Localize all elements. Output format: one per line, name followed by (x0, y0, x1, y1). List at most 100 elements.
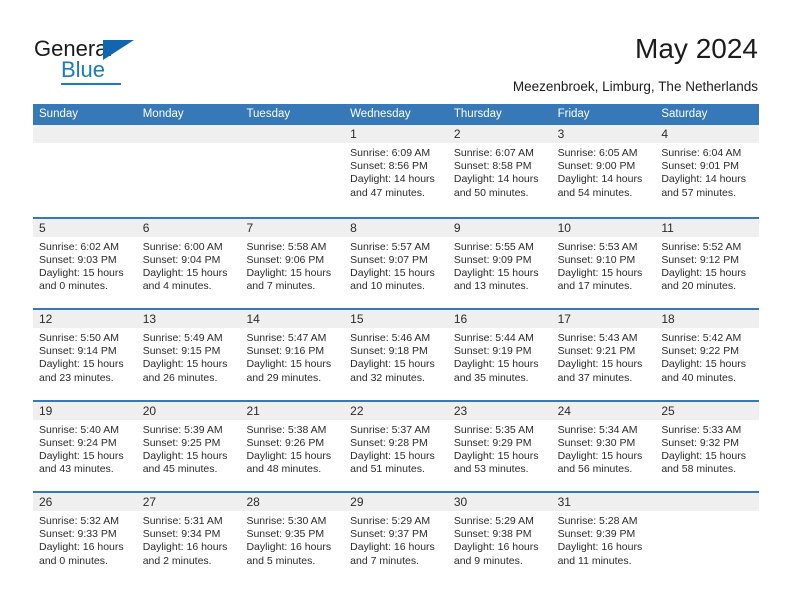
day-cell[interactable]: 31 Sunrise: 5:28 AM Sunset: 9:39 PM Dayligh… (551, 493, 656, 583)
daylight-text-line2: and 13 minutes. (453, 280, 529, 293)
weekday-header-wednesday: Wednesday (350, 108, 411, 120)
day-details: Sunrise: 5:33 AM Sunset: 9:32 PM Daylight:… (655, 420, 759, 477)
day-number: 6 (142, 220, 150, 235)
day-cell[interactable]: 24 Sunrise: 5:34 AM Sunset: 9:30 PM Dayligh… (551, 401, 656, 491)
day-number: 16 (453, 312, 468, 326)
daylight-text-line2: and 51 minutes. (350, 463, 425, 476)
day-cell[interactable]: 28 Sunrise: 5:30 AM Sunset: 9:35 PM Dayligh… (240, 493, 345, 583)
day-cell[interactable]: 11 Sunrise: 5:52 AM Sunset: 9:12 PM Dayligh… (655, 218, 760, 308)
day-cell[interactable]: 10 Sunrise: 5:53 AM Sunset: 9:10 PM Dayligh… (551, 218, 656, 308)
day-cell[interactable]: 30 Sunrise: 5:29 AM Sunset: 9:38 PM Dayligh… (447, 493, 552, 583)
sunrise-text: Sunrise: 5:38 AM (246, 423, 327, 436)
day-cell[interactable]: 27 Sunrise: 5:31 AM Sunset: 9:34 PM Dayligh… (136, 493, 241, 583)
day-details: Sunrise: 5:50 AM Sunset: 9:14 PM Daylight:… (33, 328, 137, 385)
day-number-band: 21 (240, 401, 345, 420)
day-number: 7 (246, 220, 254, 235)
day-number: 13 (142, 312, 157, 326)
day-cell[interactable]: 9 Sunrise: 5:55 AM Sunset: 9:09 PM Daylight… (447, 218, 552, 308)
sunset-text: Sunset: 8:56 PM (350, 160, 428, 173)
day-number-band: 19 (33, 401, 137, 420)
day-cell[interactable]: 14 Sunrise: 5:47 AM Sunset: 9:16 PM Dayligh… (240, 310, 345, 400)
sunrise-text: Sunrise: 5:39 AM (142, 423, 223, 436)
day-number-band (240, 125, 345, 143)
day-details: Sunrise: 5:29 AM Sunset: 9:37 PM Daylight:… (344, 511, 448, 568)
daylight-text-line2: and 29 minutes. (246, 371, 322, 384)
day-number: 28 (246, 495, 260, 509)
day-cell[interactable]: 29 Sunrise: 5:29 AM Sunset: 9:37 PM Dayligh… (344, 493, 448, 583)
sunset-text: Sunset: 9:04 PM (142, 253, 221, 266)
daylight-text-line1: Daylight: 15 hours (453, 266, 539, 279)
calendar-weeks: 1 Sunrise: 6:09 AM Sunset: 8:56 PM Daylight… (33, 125, 760, 583)
daylight-text-line2: and 50 minutes. (453, 186, 529, 199)
day-number: 19 (39, 403, 53, 418)
day-number: 25 (661, 403, 675, 418)
daylight-text-line2: and 26 minutes. (142, 371, 218, 384)
daylight-text-line1: Daylight: 15 hours (39, 266, 124, 279)
day-number: 11 (661, 220, 674, 235)
daylight-text-line1: Daylight: 15 hours (557, 449, 643, 462)
daylight-text-line2: and 17 minutes. (557, 280, 633, 293)
daylight-text-line2: and 56 minutes. (557, 463, 633, 476)
day-cell[interactable]: 25 Sunrise: 5:33 AM Sunset: 9:32 PM Dayligh… (655, 401, 760, 491)
sunrise-text: Sunrise: 5:33 AM (661, 423, 742, 436)
day-number: 30 (453, 495, 468, 509)
day-details: Sunrise: 5:57 AM Sunset: 9:07 PM Daylight:… (344, 237, 448, 294)
day-cell[interactable]: 16 Sunrise: 5:44 AM Sunset: 9:19 PM Dayligh… (447, 310, 552, 400)
empty-day-cell (136, 125, 241, 217)
page-title: May 2024 (635, 33, 758, 64)
day-number-band: 24 (551, 401, 656, 420)
day-cell[interactable]: 19 Sunrise: 5:40 AM Sunset: 9:24 PM Dayligh… (33, 401, 137, 491)
daylight-text-line2: and 58 minutes. (661, 463, 737, 476)
day-details: Sunrise: 5:35 AM Sunset: 9:29 PM Daylight:… (448, 420, 552, 477)
day-details (137, 143, 241, 147)
daylight-text-line1: Daylight: 16 hours (557, 541, 643, 554)
day-details: Sunrise: 5:29 AM Sunset: 9:38 PM Daylight:… (448, 511, 552, 568)
day-cell[interactable]: 6 Sunrise: 6:00 AM Sunset: 9:04 PM Daylight… (136, 218, 241, 308)
day-cell[interactable]: 13 Sunrise: 5:49 AM Sunset: 9:15 PM Dayligh… (136, 310, 241, 400)
day-number-band: 25 (655, 401, 760, 420)
day-cell[interactable]: 23 Sunrise: 5:35 AM Sunset: 9:29 PM Dayligh… (447, 401, 552, 491)
day-number-band: 4 (655, 125, 760, 143)
sunrise-text: Sunrise: 5:52 AM (661, 240, 742, 253)
day-cell[interactable]: 22 Sunrise: 5:37 AM Sunset: 9:28 PM Dayligh… (344, 401, 448, 491)
sunset-text: Sunset: 9:37 PM (350, 528, 428, 541)
day-cell[interactable]: 1 Sunrise: 6:09 AM Sunset: 8:56 PM Daylight… (344, 125, 448, 217)
day-cell[interactable]: 15 Sunrise: 5:46 AM Sunset: 9:18 PM Dayligh… (344, 310, 448, 400)
sunrise-text: Sunrise: 5:55 AM (453, 240, 534, 253)
day-number: 31 (557, 495, 571, 509)
day-cell[interactable]: 7 Sunrise: 5:58 AM Sunset: 9:06 PM Daylight… (240, 218, 345, 308)
day-details: Sunrise: 5:32 AM Sunset: 9:33 PM Daylight:… (33, 511, 137, 568)
daylight-text-line1: Daylight: 15 hours (661, 358, 746, 371)
sunset-text: Sunset: 9:28 PM (350, 436, 428, 449)
day-cell[interactable]: 8 Sunrise: 5:57 AM Sunset: 9:07 PM Daylight… (344, 218, 448, 308)
daylight-text-line1: Daylight: 15 hours (453, 449, 539, 462)
sunset-text: Sunset: 8:58 PM (453, 160, 532, 173)
day-cell[interactable]: 17 Sunrise: 5:43 AM Sunset: 9:21 PM Dayligh… (551, 310, 656, 400)
day-number: 2 (453, 127, 461, 141)
sunrise-text: Sunrise: 5:29 AM (453, 515, 534, 527)
daylight-text-line1: Daylight: 14 hours (350, 173, 435, 186)
day-cell[interactable]: 3 Sunrise: 6:05 AM Sunset: 9:00 PM Daylight… (551, 125, 656, 217)
day-details: Sunrise: 5:39 AM Sunset: 9:25 PM Daylight:… (137, 420, 241, 477)
daylight-text-line2: and 9 minutes. (453, 554, 523, 567)
day-number-band (136, 125, 241, 143)
general-blue-logo: General Blue (34, 36, 164, 85)
day-cell[interactable]: 18 Sunrise: 5:42 AM Sunset: 9:22 PM Dayligh… (655, 310, 760, 400)
sunrise-text: Sunrise: 6:04 AM (661, 147, 742, 159)
day-details: Sunrise: 5:38 AM Sunset: 9:26 PM Daylight:… (240, 420, 344, 477)
day-cell[interactable]: 12 Sunrise: 5:50 AM Sunset: 9:14 PM Dayligh… (33, 310, 137, 400)
sunrise-text: Sunrise: 5:47 AM (246, 332, 327, 344)
day-cell[interactable]: 21 Sunrise: 5:38 AM Sunset: 9:26 PM Dayligh… (240, 401, 345, 491)
daylight-text-line2: and 23 minutes. (39, 371, 114, 384)
day-cell[interactable]: 2 Sunrise: 6:07 AM Sunset: 8:58 PM Daylight… (447, 125, 552, 217)
empty-day-cell (240, 125, 345, 217)
day-number-band: 31 (551, 493, 656, 511)
day-cell[interactable]: 4 Sunrise: 6:04 AM Sunset: 9:01 PM Daylight… (655, 125, 760, 217)
day-cell[interactable]: 20 Sunrise: 5:39 AM Sunset: 9:25 PM Dayligh… (136, 401, 241, 491)
day-details: Sunrise: 6:04 AM Sunset: 9:01 PM Daylight:… (655, 143, 759, 200)
day-cell[interactable]: 26 Sunrise: 5:32 AM Sunset: 9:33 PM Dayligh… (33, 493, 137, 583)
daylight-text-line2: and 48 minutes. (246, 463, 322, 476)
day-cell[interactable]: 5 Sunrise: 6:02 AM Sunset: 9:03 PM Daylight… (33, 218, 137, 308)
calendar-week-row: 19 Sunrise: 5:40 AM Sunset: 9:24 PM Dayligh… (33, 399, 760, 491)
weekday-header-row: Sunday Monday Tuesday Wednesday Thursday Frid… (33, 104, 759, 125)
